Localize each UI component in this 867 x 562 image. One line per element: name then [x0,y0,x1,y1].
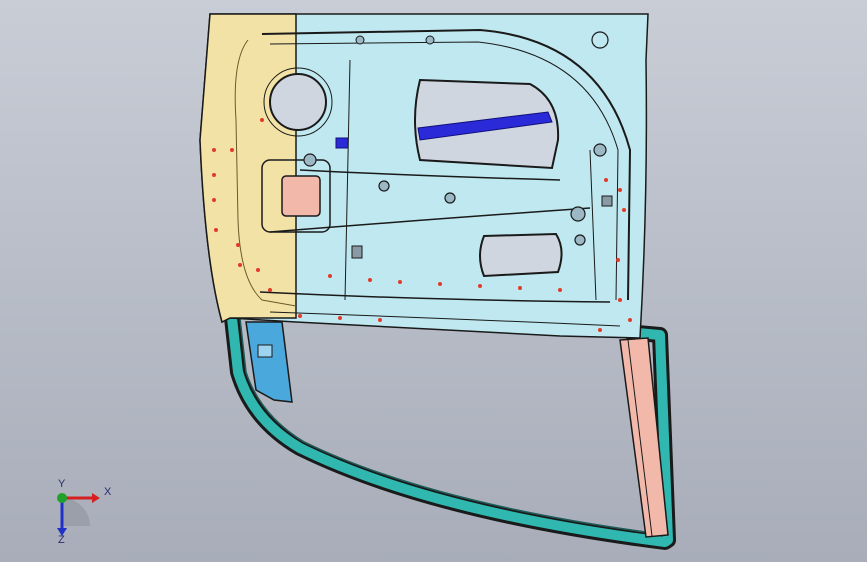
graphics-viewport[interactable]: X Y Z [0,0,867,562]
mount-hole [355,35,365,45]
mount-hole [570,206,586,222]
z-axis-label: Z [58,534,65,546]
mount-hole [378,180,390,192]
mount-hole [444,192,456,204]
speaker-hole[interactable] [269,73,327,131]
window-frame[interactable] [224,317,676,550]
lock-pocket[interactable] [281,175,321,217]
bracket-hole [257,344,273,358]
x-axis-label: X [104,486,112,498]
y-axis-label: Y [58,478,66,490]
mount-hole [574,234,586,246]
connector-box [351,245,363,259]
blue-clip [335,137,349,149]
y-axis-dot [57,493,67,503]
coordinate-triad: X Y Z [40,478,120,548]
door-model[interactable] [0,0,867,562]
mount-hole [425,35,435,45]
hinge-face[interactable] [199,13,297,324]
x-axis-arrow [92,493,100,503]
connector-box [601,195,613,207]
lower-opening[interactable] [479,232,563,278]
mount-hole [593,143,607,157]
mount-hole [303,153,317,167]
